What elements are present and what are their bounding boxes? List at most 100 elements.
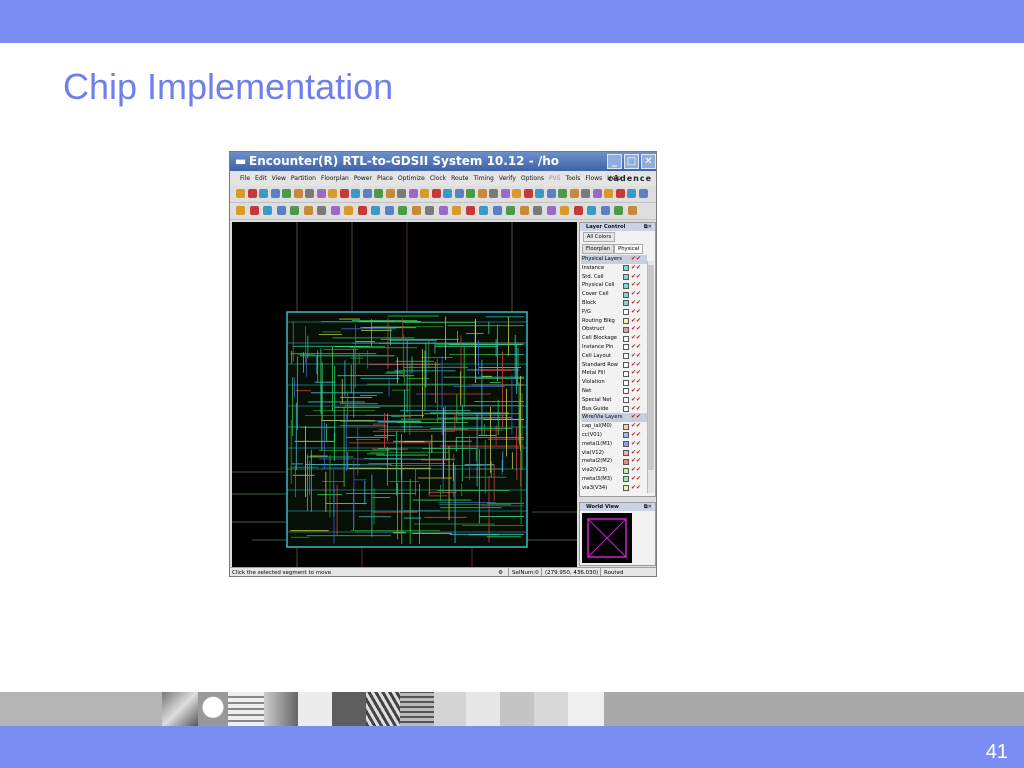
toolbar-button[interactable] — [546, 206, 556, 215]
maximize-icon[interactable]: □ — [624, 154, 639, 169]
visibility-checkboxes[interactable]: ✔✔ — [631, 361, 641, 370]
visibility-checkboxes[interactable]: ✔✔ — [631, 317, 641, 326]
menu-item-flows[interactable]: Flows — [585, 175, 602, 182]
menu-item-options[interactable]: Options — [521, 175, 544, 182]
toolbar-button[interactable] — [479, 206, 488, 215]
visibility-checkboxes[interactable]: ✔✔ — [631, 396, 641, 405]
toolbar-button[interactable] — [466, 189, 475, 198]
toolbar-button[interactable] — [357, 206, 367, 215]
toolbar-button[interactable] — [452, 206, 461, 215]
layer-row[interactable]: Instance Pin ✔✔ — [581, 343, 647, 352]
layer-row[interactable]: Metal Fill ✔✔ — [581, 369, 647, 378]
layer-color-swatch[interactable] — [623, 326, 629, 333]
visibility-checkboxes[interactable]: ✔✔ — [631, 325, 641, 334]
world-view-canvas[interactable] — [582, 513, 632, 563]
all-colors-button[interactable]: All Colors — [583, 232, 615, 242]
visibility-checkboxes[interactable]: ✔✔ — [631, 290, 641, 299]
toolbar-button[interactable] — [249, 206, 259, 215]
layer-color-swatch[interactable] — [623, 353, 629, 360]
layer-row[interactable]: Violation ✔✔ — [581, 378, 647, 387]
layer-row[interactable]: cap_ial(M0) ✔✔ — [581, 422, 647, 431]
toolbar-button[interactable] — [587, 206, 596, 215]
toolbar-button[interactable] — [573, 206, 583, 215]
layer-row[interactable]: metal3(M3) ✔✔ — [581, 475, 647, 484]
toolbar-button[interactable] — [303, 206, 313, 215]
menu-item-view[interactable]: View — [272, 175, 286, 182]
layer-row[interactable]: Special Net ✔✔ — [581, 396, 647, 405]
layer-color-swatch[interactable] — [623, 406, 629, 413]
toolbar-button[interactable] — [492, 206, 502, 215]
layer-row[interactable]: cc(V01) ✔✔ — [581, 431, 647, 440]
menu-item-route[interactable]: Route — [451, 175, 468, 182]
visibility-checkboxes[interactable]: ✔✔ — [631, 273, 641, 282]
visibility-checkboxes[interactable]: ✔✔ — [631, 405, 641, 414]
toolbar-button[interactable] — [247, 189, 257, 198]
world-view-drawing[interactable] — [582, 513, 632, 563]
toolbar-button[interactable] — [500, 189, 510, 198]
toolbar-button[interactable] — [371, 206, 380, 215]
menu-item-tools[interactable]: Tools — [566, 175, 581, 182]
layer-row[interactable]: Block ✔✔ — [581, 299, 647, 308]
toolbar-button[interactable] — [506, 206, 515, 215]
toolbar-button[interactable] — [519, 206, 529, 215]
tab-physical[interactable]: Physical — [614, 244, 644, 254]
layer-color-swatch[interactable] — [623, 291, 629, 298]
toolbar-button[interactable] — [627, 189, 636, 198]
layer-scrollbar[interactable] — [647, 261, 654, 493]
toolbar-button[interactable] — [290, 206, 299, 215]
visibility-checkboxes[interactable]: ✔✔ — [631, 299, 641, 308]
toolbar-button[interactable] — [558, 189, 567, 198]
layer-color-swatch[interactable] — [623, 441, 629, 448]
layer-color-swatch[interactable] — [623, 458, 629, 465]
toolbar-button[interactable] — [638, 189, 648, 198]
visibility-checkboxes[interactable]: ✔✔ — [631, 413, 641, 422]
toolbar-button[interactable] — [385, 189, 395, 198]
layer-color-swatch[interactable] — [623, 450, 629, 457]
toolbar-button[interactable] — [328, 189, 337, 198]
toolbar-button[interactable] — [374, 189, 383, 198]
window-title-bar[interactable]: ▬ Encounter(R) RTL-to-GDSII System 10.12 … — [230, 152, 656, 171]
toolbar-button[interactable] — [362, 189, 372, 198]
status-settings-icon[interactable]: ⚙ — [498, 568, 503, 576]
layer-color-swatch[interactable] — [623, 265, 629, 272]
layer-color-swatch[interactable] — [623, 370, 629, 377]
layer-color-swatch[interactable] — [623, 485, 629, 492]
toolbar-button[interactable] — [305, 189, 314, 198]
toolbar-button[interactable] — [316, 189, 326, 198]
menu-item-verify[interactable]: Verify — [499, 175, 516, 182]
visibility-checkboxes[interactable]: ✔✔ — [631, 334, 641, 343]
layer-row[interactable]: Obstruct ✔✔ — [581, 325, 647, 334]
tab-floorplan[interactable]: Floorplan — [582, 244, 615, 254]
visibility-checkboxes[interactable]: ✔✔ — [631, 475, 641, 484]
toolbar-button[interactable] — [569, 189, 579, 198]
toolbar-button[interactable] — [263, 206, 272, 215]
layer-row[interactable]: metal2(M2) ✔✔ — [581, 457, 647, 466]
toolbar-button[interactable] — [397, 189, 406, 198]
menu-item-power[interactable]: Power — [354, 175, 372, 182]
layer-color-swatch[interactable] — [623, 432, 629, 439]
toolbar-button[interactable] — [351, 189, 360, 198]
menu-item-edit[interactable]: Edit — [255, 175, 267, 182]
layer-color-swatch[interactable] — [623, 467, 629, 474]
visibility-checkboxes[interactable]: ✔✔ — [631, 387, 641, 396]
toolbar-button[interactable] — [276, 206, 286, 215]
toolbar-button[interactable] — [384, 206, 394, 215]
toolbar-button[interactable] — [425, 206, 434, 215]
dock-icon[interactable]: ⧉✕ — [644, 223, 652, 231]
layer-row[interactable]: Std. Cell ✔✔ — [581, 273, 647, 282]
visibility-checkboxes[interactable]: ✔✔ — [631, 422, 641, 431]
toolbar-button[interactable] — [615, 189, 625, 198]
layer-color-swatch[interactable] — [623, 300, 629, 307]
visibility-checkboxes[interactable]: ✔✔ — [631, 457, 641, 466]
toolbar-button[interactable] — [614, 206, 623, 215]
toolbar-button[interactable] — [533, 206, 542, 215]
layer-row[interactable]: metal1(M1) ✔✔ — [581, 440, 647, 449]
scrollbar-thumb[interactable] — [648, 265, 654, 470]
toolbar-button[interactable] — [523, 189, 533, 198]
layer-row[interactable]: via2(V23) ✔✔ — [581, 466, 647, 475]
visibility-checkboxes[interactable]: ✔✔ — [631, 466, 641, 475]
toolbar-button[interactable] — [443, 189, 452, 198]
visibility-checkboxes[interactable]: ✔✔ — [631, 440, 641, 449]
toolbar-button[interactable] — [600, 206, 610, 215]
layer-row[interactable]: P/G ✔✔ — [581, 308, 647, 317]
